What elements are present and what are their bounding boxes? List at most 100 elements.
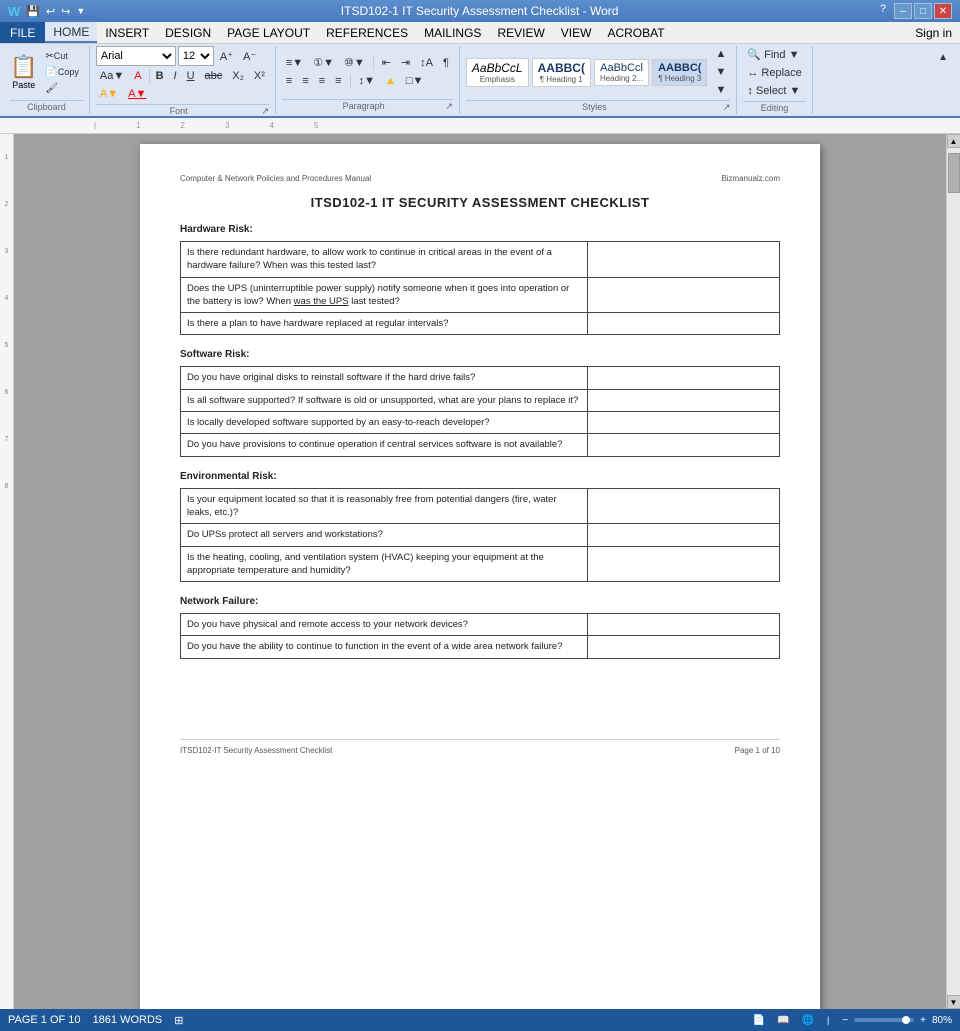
replace-button[interactable]: ↔ Replace — [743, 65, 805, 81]
strikethrough-button[interactable]: abc — [201, 68, 227, 84]
scrollbar-right[interactable]: ▲ ▼ — [946, 134, 960, 1009]
paste-button[interactable]: 📋 Paste — [10, 54, 37, 90]
font-color-button[interactable]: A▼ — [124, 86, 150, 102]
quick-access-redo[interactable]: ↪ — [61, 5, 70, 18]
cut-button[interactable]: ✂ Cut — [41, 49, 82, 64]
menu-insert[interactable]: INSERT — [97, 22, 157, 43]
answer-cell — [588, 277, 780, 313]
format-painter-button[interactable]: 🖌 — [41, 81, 82, 96]
scroll-track[interactable] — [947, 148, 960, 995]
table-row: Is there redundant hardware, to allow wo… — [181, 242, 780, 278]
scroll-thumb[interactable] — [948, 153, 960, 193]
menu-home[interactable]: HOME — [45, 22, 97, 43]
select-button[interactable]: ↕ Select ▼ — [743, 83, 804, 99]
change-case-button[interactable]: Aa▼ — [96, 68, 128, 84]
text-highlight-button[interactable]: A▼ — [96, 86, 122, 102]
align-right-button[interactable]: ≡ — [315, 73, 329, 89]
style-emphasis[interactable]: AaBbCcL Emphasis — [466, 58, 529, 87]
styles-expand[interactable]: ▼ — [711, 82, 730, 98]
ruler: | 1 2 3 4 5 — [0, 118, 960, 134]
copy-button[interactable]: 📄 Copy — [41, 65, 82, 80]
style-heading3[interactable]: AABBC( ¶ Heading 3 — [652, 59, 707, 86]
left-ruler: 1 2 3 4 5 6 7 8 — [0, 134, 14, 1009]
menu-view[interactable]: VIEW — [553, 22, 600, 43]
decrease-indent-button[interactable]: ⇤ — [378, 54, 395, 71]
justify-button[interactable]: ≡ — [331, 73, 345, 89]
minimize-button[interactable]: – — [894, 3, 912, 19]
help-btn[interactable]: ? — [874, 3, 892, 19]
bullets-button[interactable]: ≡▼ — [282, 55, 307, 71]
underline-button[interactable]: U — [183, 68, 199, 84]
view-web-button[interactable]: 🌐 — [799, 1014, 817, 1027]
clear-format-button[interactable]: A — [130, 68, 145, 84]
italic-button[interactable]: I — [170, 68, 181, 84]
border-button[interactable]: □▼ — [402, 73, 428, 89]
page-info: PAGE 1 OF 10 — [8, 1014, 81, 1026]
numbering-button[interactable]: ①▼ — [309, 54, 338, 71]
styles-label: Styles ↗ — [466, 100, 730, 113]
decrease-font-button[interactable]: A⁻ — [239, 48, 260, 65]
quick-access-undo[interactable]: ↩ — [46, 5, 55, 18]
section-heading-environmental: Environmental Risk: — [180, 471, 780, 482]
ribbon: 📋 Paste ✂ Cut 📄 Copy 🖌 Clipboard Arial — [0, 44, 960, 118]
layout-icon[interactable]: ⊞ — [174, 1014, 183, 1027]
style-heading2[interactable]: AaBbCcl Heading 2... — [594, 59, 649, 86]
menu-mailings[interactable]: MAILINGS — [416, 22, 489, 43]
superscript-button[interactable]: X² — [250, 68, 269, 84]
multilevel-list-button[interactable]: ⑩▼ — [340, 54, 369, 71]
title-bar-left: W 💾 ↩ ↪ ▼ — [8, 4, 85, 19]
scroll-up-button[interactable]: ▲ — [947, 134, 960, 148]
sign-in[interactable]: Sign in — [907, 22, 960, 43]
shading-button[interactable]: ▲ — [381, 73, 400, 89]
styles-scroll-up[interactable]: ▲ — [711, 46, 730, 62]
find-button[interactable]: 🔍 Find ▼ — [743, 46, 803, 63]
answer-cell — [588, 524, 780, 546]
maximize-button[interactable]: □ — [914, 3, 932, 19]
menu-file[interactable]: FILE — [0, 22, 45, 43]
section-heading-hardware: Hardware Risk: — [180, 224, 780, 235]
hardware-risk-table: Is there redundant hardware, to allow wo… — [180, 241, 780, 335]
answer-cell — [588, 434, 780, 456]
subscript-button[interactable]: X₂ — [228, 68, 248, 84]
increase-font-button[interactable]: A⁺ — [216, 48, 237, 65]
style-heading1[interactable]: AABBC( ¶ Heading 1 — [532, 58, 591, 87]
view-layout-button[interactable]: 📄 — [750, 1014, 768, 1027]
font-name-select[interactable]: Arial — [96, 46, 176, 66]
footer-right: Page 1 of 10 — [735, 746, 780, 755]
ribbon-collapse[interactable]: ▲ — [934, 46, 956, 114]
sort-button[interactable]: ↕A — [416, 55, 437, 71]
view-read-button[interactable]: 📖 — [774, 1014, 792, 1027]
zoom-control: − + 80% — [839, 1014, 952, 1027]
increase-indent-button[interactable]: ⇥ — [397, 54, 414, 71]
align-center-button[interactable]: ≡ — [298, 73, 312, 89]
editing-label: Editing — [743, 101, 805, 113]
quick-access-more[interactable]: ▼ — [76, 6, 85, 16]
show-formatting-button[interactable]: ¶ — [439, 55, 453, 71]
zoom-thumb — [902, 1016, 910, 1024]
line-spacing-button[interactable]: ↕▼ — [355, 73, 379, 89]
menu-page-layout[interactable]: PAGE LAYOUT — [219, 22, 318, 43]
menu-review[interactable]: REVIEW — [489, 22, 552, 43]
close-button[interactable]: ✕ — [934, 3, 952, 19]
answer-cell — [588, 488, 780, 524]
menu-acrobat[interactable]: ACROBAT — [599, 22, 672, 43]
zoom-slider[interactable] — [854, 1018, 914, 1022]
menu-design[interactable]: DESIGN — [157, 22, 219, 43]
font-size-select[interactable]: 12 — [178, 46, 214, 66]
answer-cell — [588, 389, 780, 411]
align-left-button[interactable]: ≡ — [282, 73, 296, 89]
bold-button[interactable]: B — [152, 68, 168, 84]
font-group: Arial 12 A⁺ A⁻ Aa▼ A B I U abc X₂ — [90, 46, 276, 114]
zoom-in-button[interactable]: + — [917, 1014, 929, 1027]
answer-cell — [588, 367, 780, 389]
zoom-out-button[interactable]: − — [839, 1014, 851, 1027]
document-area[interactable]: Computer & Network Policies and Procedur… — [14, 134, 946, 1009]
app-icon: W — [8, 4, 20, 19]
ribbon-collapse-button[interactable]: ▲ — [934, 50, 952, 65]
answer-cell — [588, 242, 780, 278]
scroll-down-button[interactable]: ▼ — [947, 995, 960, 1009]
styles-scroll-down[interactable]: ▼ — [711, 64, 730, 80]
menu-references[interactable]: REFERENCES — [318, 22, 416, 43]
quick-access-save[interactable]: 💾 — [26, 5, 40, 18]
styles-group: AaBbCcL Emphasis AABBC( ¶ Heading 1 AaBb… — [460, 46, 737, 114]
